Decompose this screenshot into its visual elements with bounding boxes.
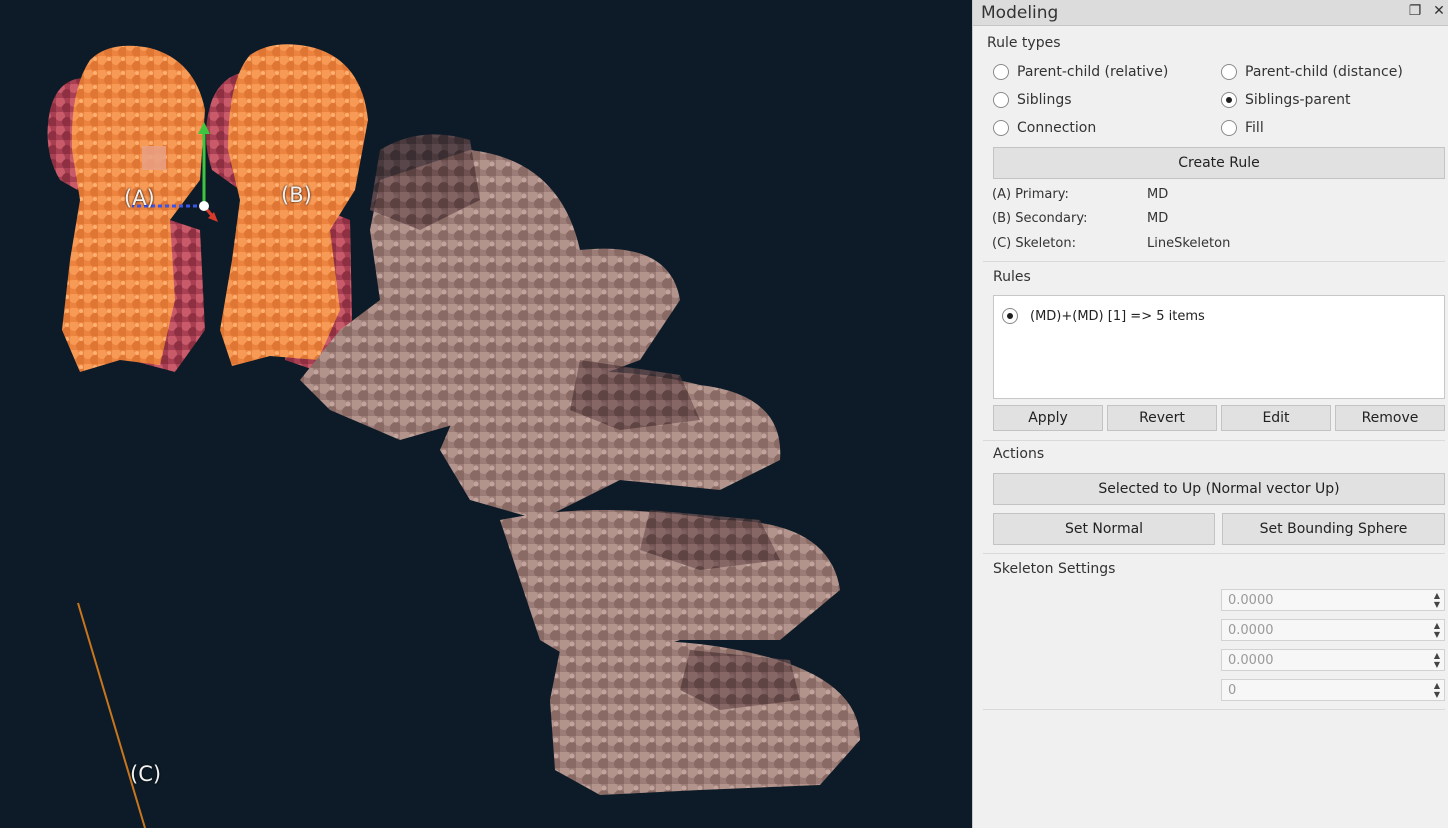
modeling-panel: Modeling ❐ ✕ Rule types Parent-child (re…: [972, 0, 1448, 828]
actions-heading: Actions: [993, 446, 1045, 462]
panel-title: Modeling: [981, 3, 1059, 23]
skeleton-field-4[interactable]: 0 ▲ ▼: [1221, 679, 1445, 701]
molecular-scene: [47, 44, 860, 828]
divider: [983, 440, 1445, 441]
3d-viewport[interactable]: (A) (B) (C): [0, 0, 972, 828]
radio-label: Parent-child (relative): [1017, 64, 1169, 80]
edit-button[interactable]: Edit: [1221, 405, 1331, 431]
rule-label: (MD)+(MD) [1] => 5 items: [1030, 308, 1205, 324]
skeleton-value: LineSkeleton: [1147, 236, 1231, 251]
spin-arrows-icon[interactable]: ▲ ▼: [1434, 621, 1440, 639]
label-c: (C): [130, 762, 162, 786]
radio-label: Fill: [1245, 120, 1264, 136]
label-a: (A): [124, 186, 155, 210]
spin-value: 0.0000: [1228, 622, 1274, 638]
radio-label: Siblings-parent: [1245, 92, 1351, 108]
rules-heading: Rules: [993, 269, 1031, 285]
divider: [983, 261, 1445, 262]
radio-indicator: [993, 92, 1009, 108]
rule-types-heading: Rule types: [987, 35, 1061, 51]
revert-button[interactable]: Revert: [1107, 405, 1217, 431]
secondary-key: (B) Secondary:: [992, 211, 1088, 226]
radio-parent-child-relative[interactable]: Parent-child (relative): [993, 64, 1168, 80]
skeleton-settings-heading: Skeleton Settings: [993, 561, 1116, 577]
float-window-icon[interactable]: ❐: [1407, 3, 1423, 19]
spin-value: 0.0000: [1228, 652, 1274, 668]
radio-indicator: [993, 64, 1009, 80]
divider: [983, 553, 1445, 554]
radio-indicator: [1221, 92, 1237, 108]
selected-to-up-button[interactable]: Selected to Up (Normal vector Up): [993, 473, 1445, 505]
set-normal-button[interactable]: Set Normal: [993, 513, 1215, 545]
apply-button[interactable]: Apply: [993, 405, 1103, 431]
divider: [983, 709, 1445, 710]
label-b: (B): [281, 183, 312, 207]
dna-helix[interactable]: [300, 134, 860, 795]
spin-arrows-icon[interactable]: ▲ ▼: [1434, 591, 1440, 609]
protein-b[interactable]: [206, 44, 368, 372]
close-icon[interactable]: ✕: [1431, 3, 1447, 19]
radio-label: Siblings: [1017, 92, 1072, 108]
radio-siblings-parent[interactable]: Siblings-parent: [1221, 92, 1350, 108]
skeleton-key: (C) Skeleton:: [992, 236, 1076, 251]
radio-label: Parent-child (distance): [1245, 64, 1403, 80]
radio-indicator: [993, 120, 1009, 136]
radio-indicator: [1221, 120, 1237, 136]
skeleton-field-3[interactable]: 0.0000 ▲ ▼: [1221, 649, 1445, 671]
radio-indicator: [1221, 64, 1237, 80]
radio-fill[interactable]: Fill: [1221, 120, 1264, 136]
radio-connection[interactable]: Connection: [993, 120, 1096, 136]
create-rule-button[interactable]: Create Rule: [993, 147, 1445, 179]
remove-button[interactable]: Remove: [1335, 405, 1445, 431]
radio-label: Connection: [1017, 120, 1097, 136]
panel-titlebar: Modeling ❐ ✕: [973, 0, 1448, 26]
set-bounding-sphere-button[interactable]: Set Bounding Sphere: [1222, 513, 1445, 545]
primary-value: MD: [1147, 187, 1169, 202]
secondary-value: MD: [1147, 211, 1169, 226]
list-item[interactable]: (MD)+(MD) [1] => 5 items: [1002, 308, 1205, 324]
spin-arrows-icon[interactable]: ▲ ▼: [1434, 651, 1440, 669]
rule-selected-indicator: [1002, 308, 1018, 324]
rules-list[interactable]: (MD)+(MD) [1] => 5 items: [993, 295, 1445, 399]
skeleton-line: [77, 602, 146, 828]
spin-value: 0.0000: [1228, 592, 1274, 608]
spin-value: 0: [1228, 682, 1237, 698]
skeleton-field-1[interactable]: 0.0000 ▲ ▼: [1221, 589, 1445, 611]
radio-siblings[interactable]: Siblings: [993, 92, 1072, 108]
skeleton-field-2[interactable]: 0.0000 ▲ ▼: [1221, 619, 1445, 641]
primary-key: (A) Primary:: [992, 187, 1069, 202]
spin-arrows-icon[interactable]: ▲ ▼: [1434, 681, 1440, 699]
radio-parent-child-distance[interactable]: Parent-child (distance): [1221, 64, 1403, 80]
